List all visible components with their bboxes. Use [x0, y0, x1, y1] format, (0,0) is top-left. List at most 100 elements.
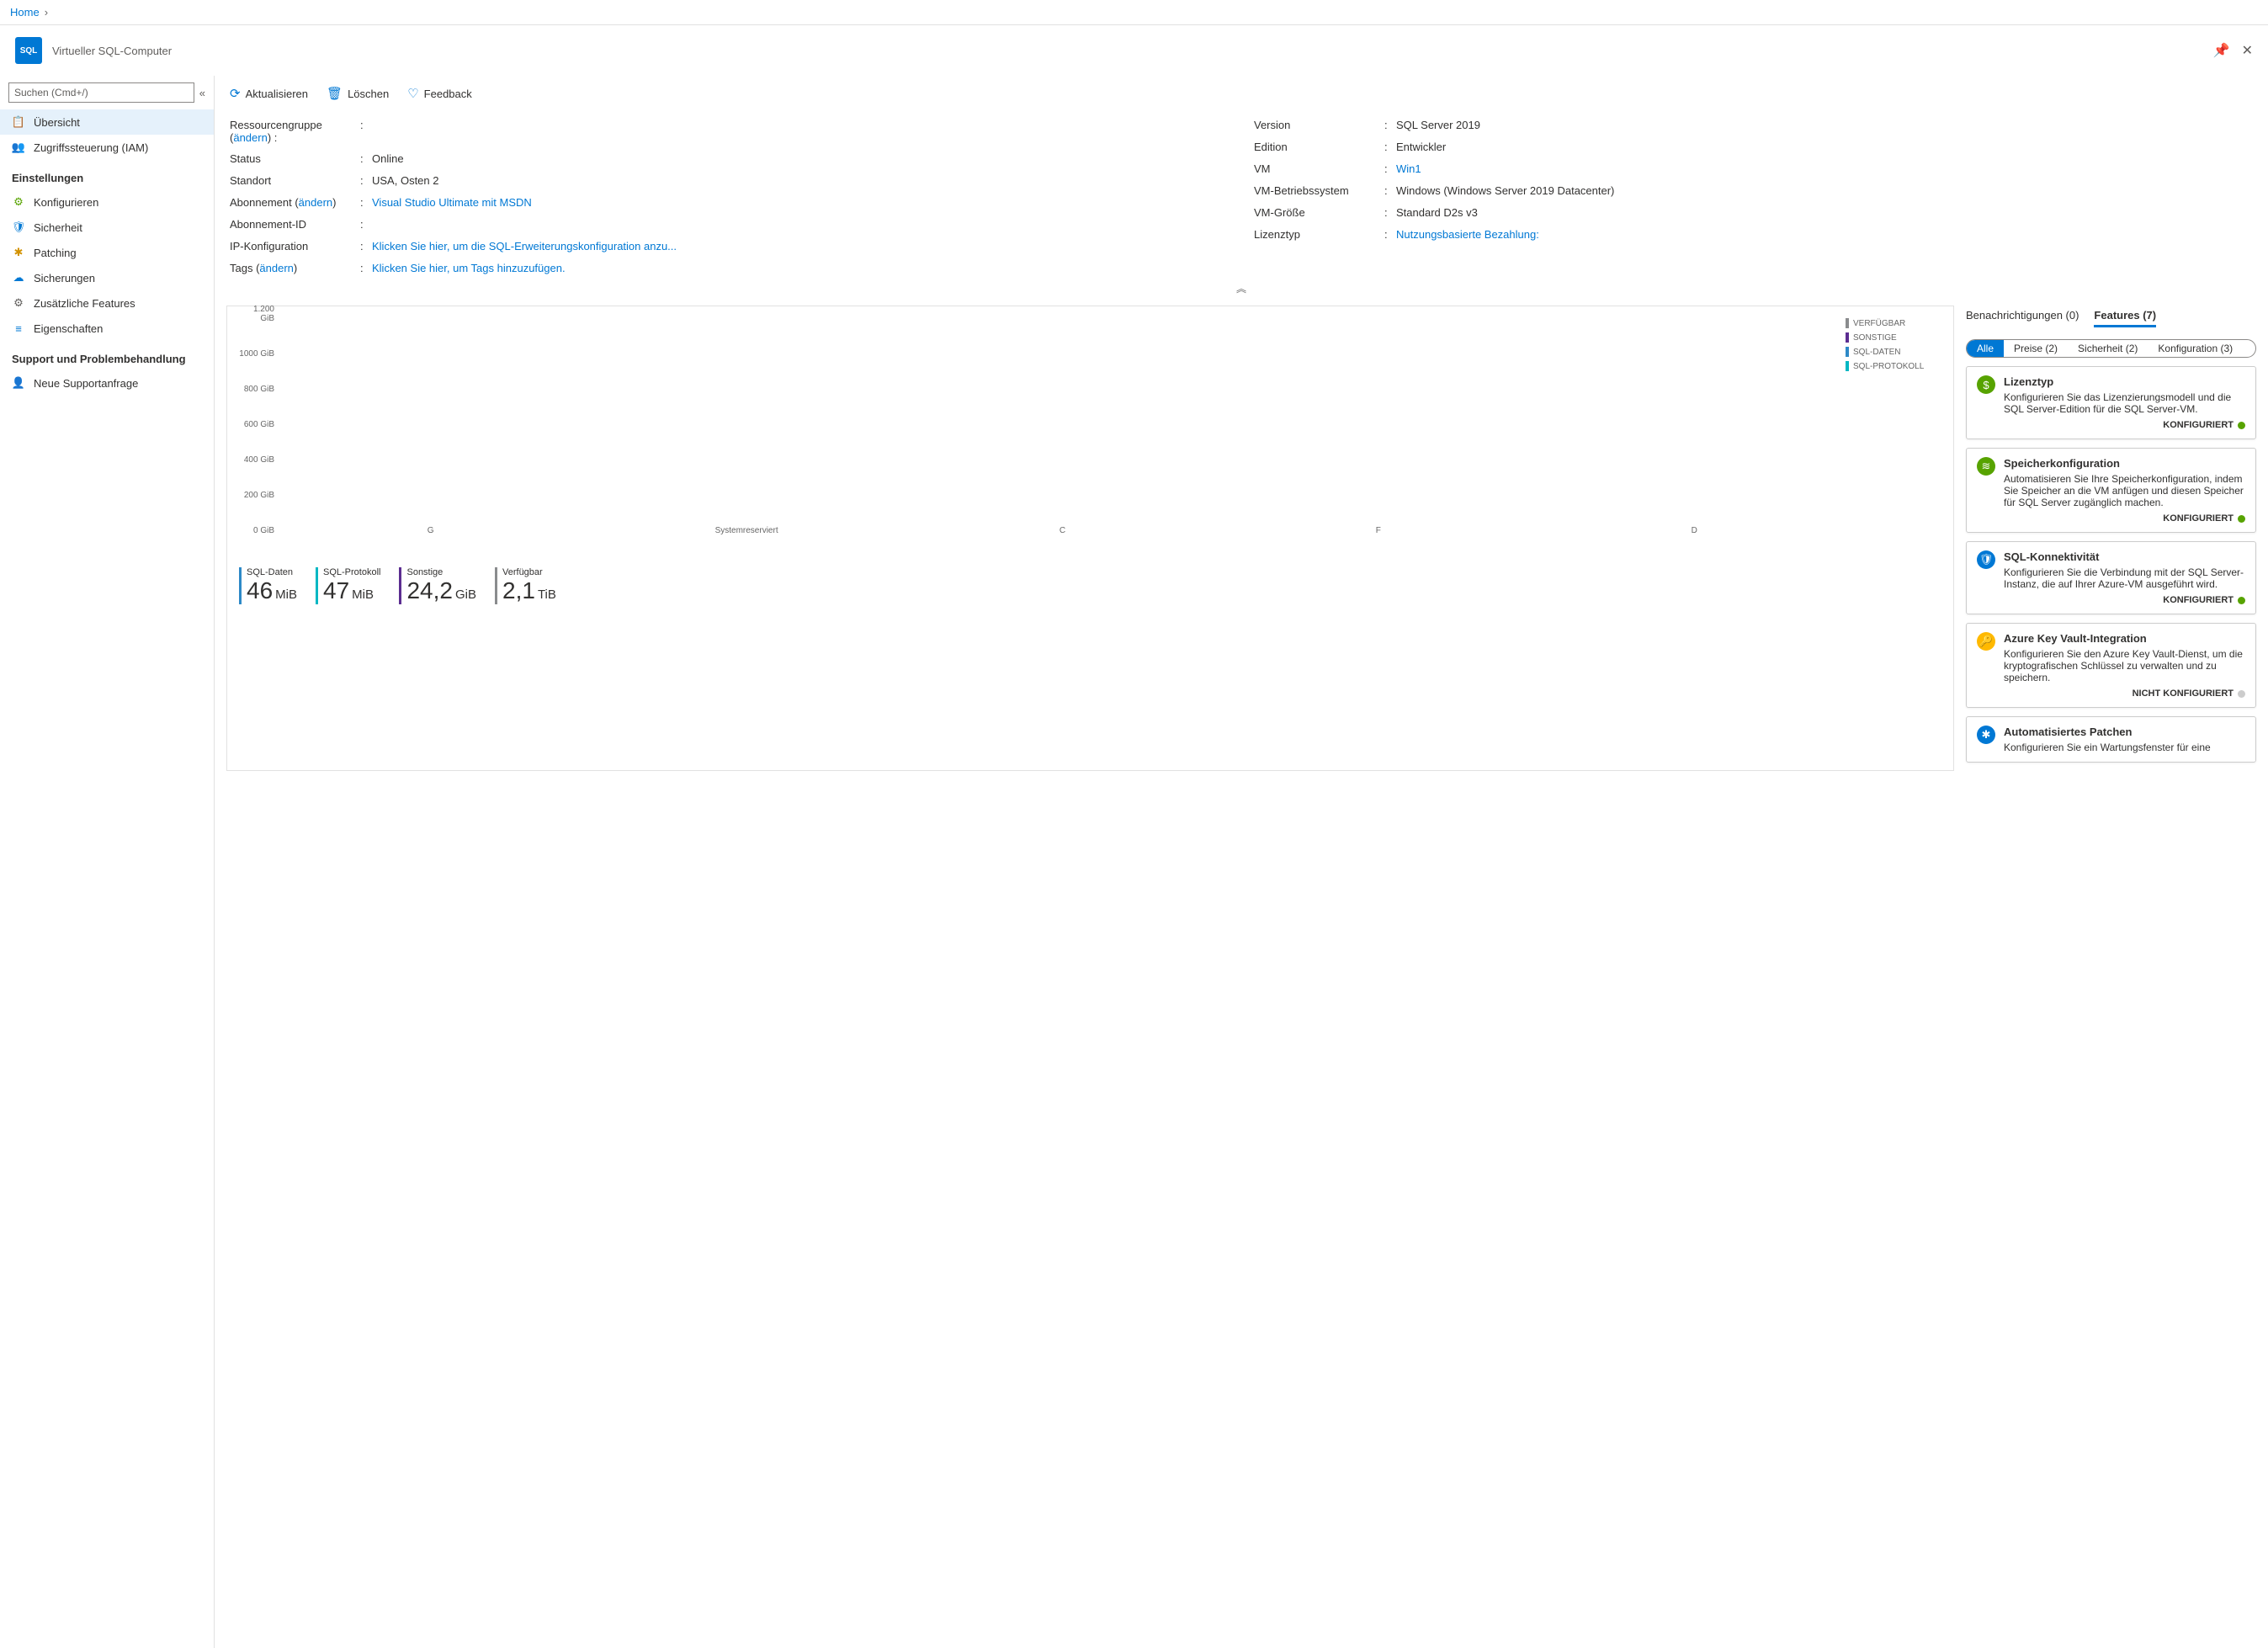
legend-swatch [1846, 318, 1849, 328]
refresh-button[interactable]: ⟳Aktualisieren [230, 86, 308, 101]
legend-label: VERFÜGBAR [1853, 319, 1905, 328]
delete-button[interactable]: 🗑Löschen [327, 86, 389, 101]
property-value: Windows (Windows Server 2019 Datacenter) [1396, 184, 2253, 198]
sql-icon: SQL [15, 37, 42, 64]
collapse-props-icon[interactable]: ︽ [215, 279, 2268, 297]
property-row: VM-Größe:Standard D2s v3 [1254, 202, 2253, 224]
sidebar-item[interactable]: 👥Zugriffssteuerung (IAM) [0, 135, 214, 160]
sidebar-item[interactable]: 🛡Sicherheit [0, 215, 214, 240]
properties-panel: Ressourcengruppe (ändern) ::Status:Onlin… [215, 111, 2268, 279]
bar-category-label: D [1692, 526, 1697, 535]
property-value: Entwickler [1396, 141, 2253, 154]
property-label: Abonnement (ändern) [230, 196, 360, 210]
stat-value: 24,2GiB [406, 577, 476, 604]
card-icon: 🔑 [1977, 632, 1995, 651]
filter-pill[interactable]: Alle [1967, 340, 2004, 357]
sidebar-item[interactable]: 👤Neue Supportanfrage [0, 370, 214, 396]
property-row: Abonnement (ändern):Visual Studio Ultima… [230, 192, 1229, 214]
stat-item: Verfügbar2,1TiB [495, 567, 556, 604]
property-label: Status [230, 152, 360, 166]
change-link[interactable]: ändern [259, 262, 293, 274]
property-link[interactable]: Win1 [1396, 162, 1421, 175]
sidebar-item[interactable]: ☁Sicherungen [0, 265, 214, 290]
feature-card[interactable]: ✱Automatisiertes PatchenKonfigurieren Si… [1966, 716, 2256, 763]
heart-icon: ♡ [407, 86, 418, 101]
status-dot-icon [2238, 515, 2245, 523]
pin-icon[interactable]: 📌 [2213, 42, 2230, 59]
sidebar-item[interactable]: ✱Patching [0, 240, 214, 265]
bar-column: C [1044, 523, 1080, 535]
card-title: Speicherkonfiguration [2004, 457, 2245, 470]
property-row: Tags (ändern):Klicken Sie hier, um Tags … [230, 258, 1229, 279]
property-label: Lizenztyp [1254, 228, 1384, 242]
property-link[interactable]: Visual Studio Ultimate mit MSDN [372, 196, 532, 209]
card-description: Konfigurieren Sie das Lizenzierungsmodel… [2004, 391, 2245, 415]
filter-pill[interactable]: Preise (2) [2004, 340, 2068, 357]
bar-category-label: Systemreserviert [715, 526, 778, 535]
breadcrumb-home[interactable]: Home [10, 6, 40, 19]
sidebar: « 📋Übersicht👥Zugriffssteuerung (IAM) Ein… [0, 76, 215, 1648]
stat-item: SQL-Protokoll47MiB [316, 567, 380, 604]
property-label: VM-Betriebssystem [1254, 184, 1384, 198]
y-tick-label: 200 GiB [239, 491, 279, 500]
stat-item: Sonstige24,2GiB [399, 567, 476, 604]
search-input[interactable] [8, 82, 194, 103]
feature-card[interactable]: 🔑Azure Key Vault-IntegrationKonfiguriere… [1966, 623, 2256, 708]
sidebar-item-label: Übersicht [34, 116, 80, 129]
feature-card[interactable]: ≋SpeicherkonfigurationAutomatisieren Sie… [1966, 448, 2256, 533]
toolbar: ⟳Aktualisieren 🗑Löschen ♡Feedback [215, 76, 2268, 111]
sidebar-section-settings: Einstellungen [0, 160, 214, 189]
bar-category-label: C [1060, 526, 1065, 535]
filter-pill[interactable]: Konfiguration (3) [2148, 340, 2243, 357]
legend-item: VERFÜGBAR [1846, 318, 1941, 328]
collapse-sidebar-icon[interactable]: « [199, 87, 205, 99]
property-link[interactable]: Klicken Sie hier, um die SQL-Erweiterung… [372, 240, 677, 253]
y-tick-label: 1.200 GiB [239, 305, 279, 323]
bar-category-label: G [428, 526, 434, 535]
nav-icon: ≡ [12, 322, 25, 335]
card-icon: 🛡 [1977, 550, 1995, 569]
property-link[interactable]: Klicken Sie hier, um Tags hinzuzufügen. [372, 262, 566, 274]
feature-card[interactable]: 🛡SQL-KonnektivitätKonfigurieren Sie die … [1966, 541, 2256, 614]
property-row: Version:SQL Server 2019 [1254, 114, 2253, 136]
filter-pill[interactable]: Sicherheit (2) [2068, 340, 2148, 357]
tab-notifications[interactable]: Benachrichtigungen (0) [1966, 309, 2079, 327]
stat-item: SQL-Daten46MiB [239, 567, 297, 604]
nav-icon: 🛡 [12, 221, 25, 234]
y-tick-label: 800 GiB [239, 385, 279, 394]
close-icon[interactable]: ✕ [2242, 42, 2253, 59]
bar-category-label: F [1376, 526, 1381, 535]
feedback-button[interactable]: ♡Feedback [407, 86, 472, 101]
sidebar-item[interactable]: ⚙Zusätzliche Features [0, 290, 214, 316]
card-status: KONFIGURIERT [2004, 595, 2245, 605]
sidebar-item[interactable]: 📋Übersicht [0, 109, 214, 135]
card-icon: ✱ [1977, 726, 1995, 744]
property-row: Lizenztyp:Nutzungsbasierte Bezahlung: [1254, 224, 2253, 246]
property-value: SQL Server 2019 [1396, 119, 2253, 132]
tab-features[interactable]: Features (7) [2094, 309, 2156, 327]
property-label: IP-Konfiguration [230, 240, 360, 253]
property-label: Abonnement-ID [230, 218, 360, 231]
nav-icon: ⚙ [12, 195, 25, 209]
property-value: Nutzungsbasierte Bezahlung: [1396, 228, 2253, 242]
feature-filter-pills: AllePreise (2)Sicherheit (2)Konfiguratio… [1966, 339, 2256, 358]
breadcrumb: Home › [0, 0, 2268, 25]
sidebar-item[interactable]: ⚙Konfigurieren [0, 189, 214, 215]
property-row: Edition:Entwickler [1254, 136, 2253, 158]
feature-card[interactable]: $LizenztypKonfigurieren Sie das Lizenzie… [1966, 366, 2256, 439]
change-link[interactable]: ändern [233, 131, 267, 144]
change-link[interactable]: ändern [299, 196, 332, 209]
legend-label: SQL-PROTOKOLL [1853, 362, 1924, 371]
legend-label: SQL-DATEN [1853, 348, 1901, 357]
stat-label: Sonstige [406, 567, 476, 577]
property-label: Standort [230, 174, 360, 188]
y-tick-label: 1000 GiB [239, 349, 279, 359]
y-tick-label: 0 GiB [239, 526, 279, 535]
nav-icon: ⚙ [12, 296, 25, 310]
sidebar-item[interactable]: ≡Eigenschaften [0, 316, 214, 341]
property-link[interactable]: Nutzungsbasierte Bezahlung: [1396, 228, 1539, 241]
y-tick-label: 400 GiB [239, 455, 279, 465]
card-title: Azure Key Vault-Integration [2004, 632, 2245, 645]
nav-icon: 👥 [12, 141, 25, 154]
property-label: Tags (ändern) [230, 262, 360, 275]
